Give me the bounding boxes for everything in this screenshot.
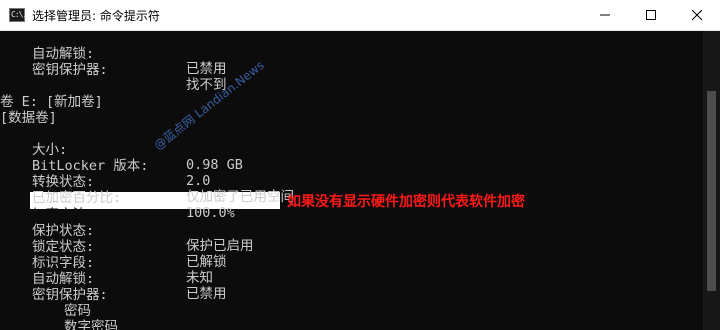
window-controls	[582, 0, 720, 30]
line-label: BitLocker 版本:	[32, 157, 149, 174]
line-value: XTS-AES 128	[186, 222, 276, 239]
console-line: 保护状态: 保护已启用	[0, 208, 254, 254]
close-icon	[692, 10, 702, 20]
line-value: 100.0%	[186, 205, 235, 222]
maximize-button[interactable]	[628, 0, 674, 30]
line-value: 2.0	[186, 173, 211, 190]
console-line: 数字密码	[0, 304, 118, 330]
console-line: 锁定状态: 已解锁	[0, 224, 227, 270]
line-value: 已解锁	[186, 254, 227, 271]
title-bar[interactable]: C:\. 选择管理员: 命令提示符	[0, 0, 720, 31]
console-line: 标识字段: 未知	[0, 240, 213, 286]
vertical-scrollbar[interactable]	[703, 31, 720, 330]
console-line: BitLocker 版本: 2.0	[0, 143, 210, 189]
window-title: 选择管理员: 命令提示符	[32, 8, 160, 23]
minimize-icon	[600, 14, 610, 16]
protector-item: 密码	[64, 302, 91, 319]
console-line: 密钥保护器:	[0, 272, 108, 302]
line-value: 已禁用	[186, 61, 227, 78]
cmd-app-icon: C:\.	[9, 8, 27, 22]
line-value: 已禁用	[186, 286, 227, 303]
console-line: [数据卷]	[0, 95, 57, 125]
scrollbar-thumb[interactable]	[707, 91, 716, 291]
protector-item: 数字密码	[64, 318, 118, 330]
console-line: 密钥保护器: 找不到	[0, 47, 227, 93]
console-line-selected: 加密方法: XTS-AES 128	[0, 192, 275, 238]
red-annotation-text: 如果没有显示硬件加密则代表软件加密	[287, 194, 525, 210]
console-output[interactable]: 自动解锁: 已禁用 密钥保护器: 找不到 卷 E: [新加卷] [数据卷] 大小…	[0, 31, 700, 330]
line-value: 保护已启用	[186, 238, 254, 255]
close-button[interactable]	[674, 0, 720, 30]
console-line: 大小: 0.98 GB	[0, 127, 243, 173]
line-label: 密钥保护器:	[32, 61, 108, 78]
line-value: 未知	[186, 270, 213, 287]
volume-type: [数据卷]	[0, 109, 57, 126]
line-value: 仅加密了已用空间	[186, 189, 294, 206]
console-line: 转换状态: 仅加密了已用空间	[0, 159, 294, 205]
command-prompt-window: C:\. 选择管理员: 命令提示符 自动解锁: 已禁用 密钥保护器: 找不到 卷…	[0, 0, 720, 330]
console-line: 卷 E: [新加卷]	[0, 79, 103, 109]
minimize-button[interactable]	[582, 0, 628, 30]
console-line: 自动解锁: 已禁用	[0, 31, 227, 77]
console-line: 已加密百分比: 100.0%	[0, 175, 235, 221]
console-line: 密码	[0, 288, 91, 318]
maximize-icon	[646, 10, 656, 20]
line-value: 0.98 GB	[186, 157, 243, 174]
console-line: 自动解锁: 已禁用	[0, 256, 227, 302]
